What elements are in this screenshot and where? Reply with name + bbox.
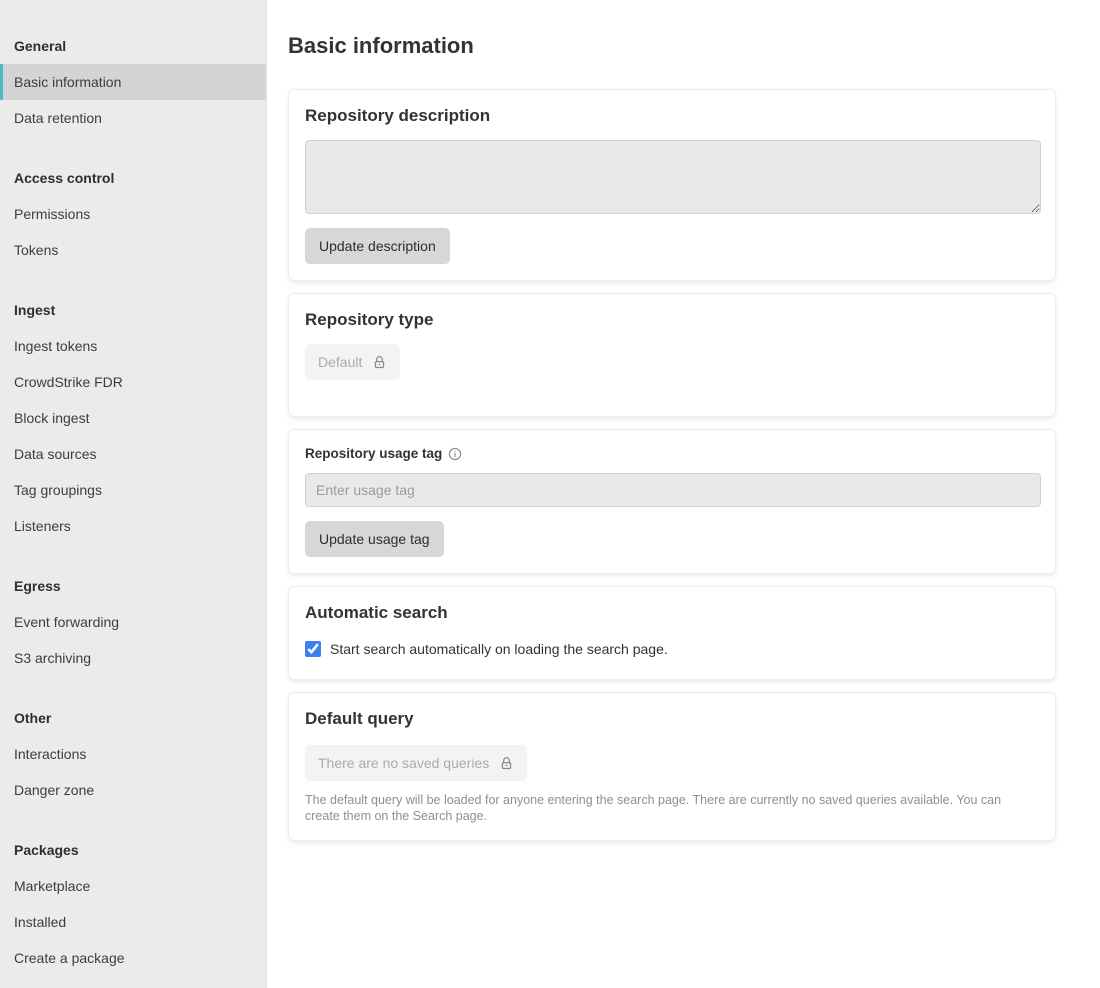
sidebar-section-ingest: Ingest Ingest tokens CrowdStrike FDR Blo… bbox=[0, 292, 266, 544]
sidebar-section-packages: Packages Marketplace Installed Create a … bbox=[0, 832, 266, 976]
sidebar-item-danger-zone[interactable]: Danger zone bbox=[0, 772, 266, 808]
sidebar-item-block-ingest[interactable]: Block ingest bbox=[0, 400, 266, 436]
sidebar-section-other: Other Interactions Danger zone bbox=[0, 700, 266, 808]
default-query-title: Default query bbox=[305, 709, 1039, 729]
repository-type-value-label: Default bbox=[318, 354, 362, 370]
default-query-card: Default query There are no saved queries… bbox=[288, 692, 1056, 841]
sidebar-item-s3-archiving[interactable]: S3 archiving bbox=[0, 640, 266, 676]
update-usage-tag-button[interactable]: Update usage tag bbox=[305, 521, 444, 557]
sidebar-item-tag-groupings[interactable]: Tag groupings bbox=[0, 472, 266, 508]
repository-type-value: Default bbox=[305, 344, 400, 380]
sidebar-section-access-control: Access control Permissions Tokens bbox=[0, 160, 266, 268]
sidebar-item-data-retention[interactable]: Data retention bbox=[0, 100, 266, 136]
sidebar-section-header-packages: Packages bbox=[0, 832, 266, 868]
sidebar-item-basic-information[interactable]: Basic information bbox=[0, 64, 266, 100]
automatic-search-checkbox[interactable] bbox=[305, 641, 321, 657]
repository-usage-tag-label-row: Repository usage tag bbox=[305, 446, 1039, 461]
sidebar-section-header-access-control: Access control bbox=[0, 160, 266, 196]
sidebar-section-egress: Egress Event forwarding S3 archiving bbox=[0, 568, 266, 676]
default-query-help-text: The default query will be loaded for any… bbox=[305, 792, 1017, 824]
automatic-search-checkbox-row: Start search automatically on loading th… bbox=[305, 641, 1039, 657]
sidebar-section-header-general: General bbox=[0, 28, 266, 64]
repository-usage-tag-label: Repository usage tag bbox=[305, 446, 442, 461]
repository-description-card: Repository description Update descriptio… bbox=[288, 89, 1056, 281]
repository-type-title: Repository type bbox=[305, 310, 1039, 330]
sidebar-item-interactions[interactable]: Interactions bbox=[0, 736, 266, 772]
repository-description-textarea[interactable] bbox=[305, 140, 1041, 214]
usage-tag-input[interactable] bbox=[305, 473, 1041, 507]
sidebar-item-installed[interactable]: Installed bbox=[0, 904, 266, 940]
automatic-search-checkbox-label: Start search automatically on loading th… bbox=[330, 641, 668, 657]
sidebar-section-header-ingest: Ingest bbox=[0, 292, 266, 328]
sidebar-section-header-other: Other bbox=[0, 700, 266, 736]
sidebar-item-listeners[interactable]: Listeners bbox=[0, 508, 266, 544]
automatic-search-card: Automatic search Start search automatica… bbox=[288, 586, 1056, 680]
default-query-value-label: There are no saved queries bbox=[318, 755, 489, 771]
sidebar-item-data-sources[interactable]: Data sources bbox=[0, 436, 266, 472]
info-icon[interactable] bbox=[448, 447, 462, 461]
repository-description-title: Repository description bbox=[305, 106, 1039, 126]
sidebar-item-create-a-package[interactable]: Create a package bbox=[0, 940, 266, 976]
sidebar-item-tokens[interactable]: Tokens bbox=[0, 232, 266, 268]
sidebar-section-header-egress: Egress bbox=[0, 568, 266, 604]
sidebar-item-permissions[interactable]: Permissions bbox=[0, 196, 266, 232]
update-description-button[interactable]: Update description bbox=[305, 228, 450, 264]
sidebar-section-general: General Basic information Data retention bbox=[0, 28, 266, 136]
default-query-selector: There are no saved queries bbox=[305, 745, 527, 781]
sidebar-item-marketplace[interactable]: Marketplace bbox=[0, 868, 266, 904]
automatic-search-title: Automatic search bbox=[305, 603, 1039, 623]
repository-usage-tag-card: Repository usage tag Update usage tag bbox=[288, 429, 1056, 574]
lock-icon bbox=[372, 355, 387, 370]
sidebar-item-crowdstrike-fdr[interactable]: CrowdStrike FDR bbox=[0, 364, 266, 400]
sidebar-item-event-forwarding[interactable]: Event forwarding bbox=[0, 604, 266, 640]
settings-content: Basic information Repository description… bbox=[267, 0, 1100, 988]
page-title: Basic information bbox=[288, 33, 1100, 59]
lock-icon bbox=[499, 756, 514, 771]
settings-sidebar: General Basic information Data retention… bbox=[0, 0, 267, 988]
sidebar-item-ingest-tokens[interactable]: Ingest tokens bbox=[0, 328, 266, 364]
repository-type-card: Repository type Default bbox=[288, 293, 1056, 417]
